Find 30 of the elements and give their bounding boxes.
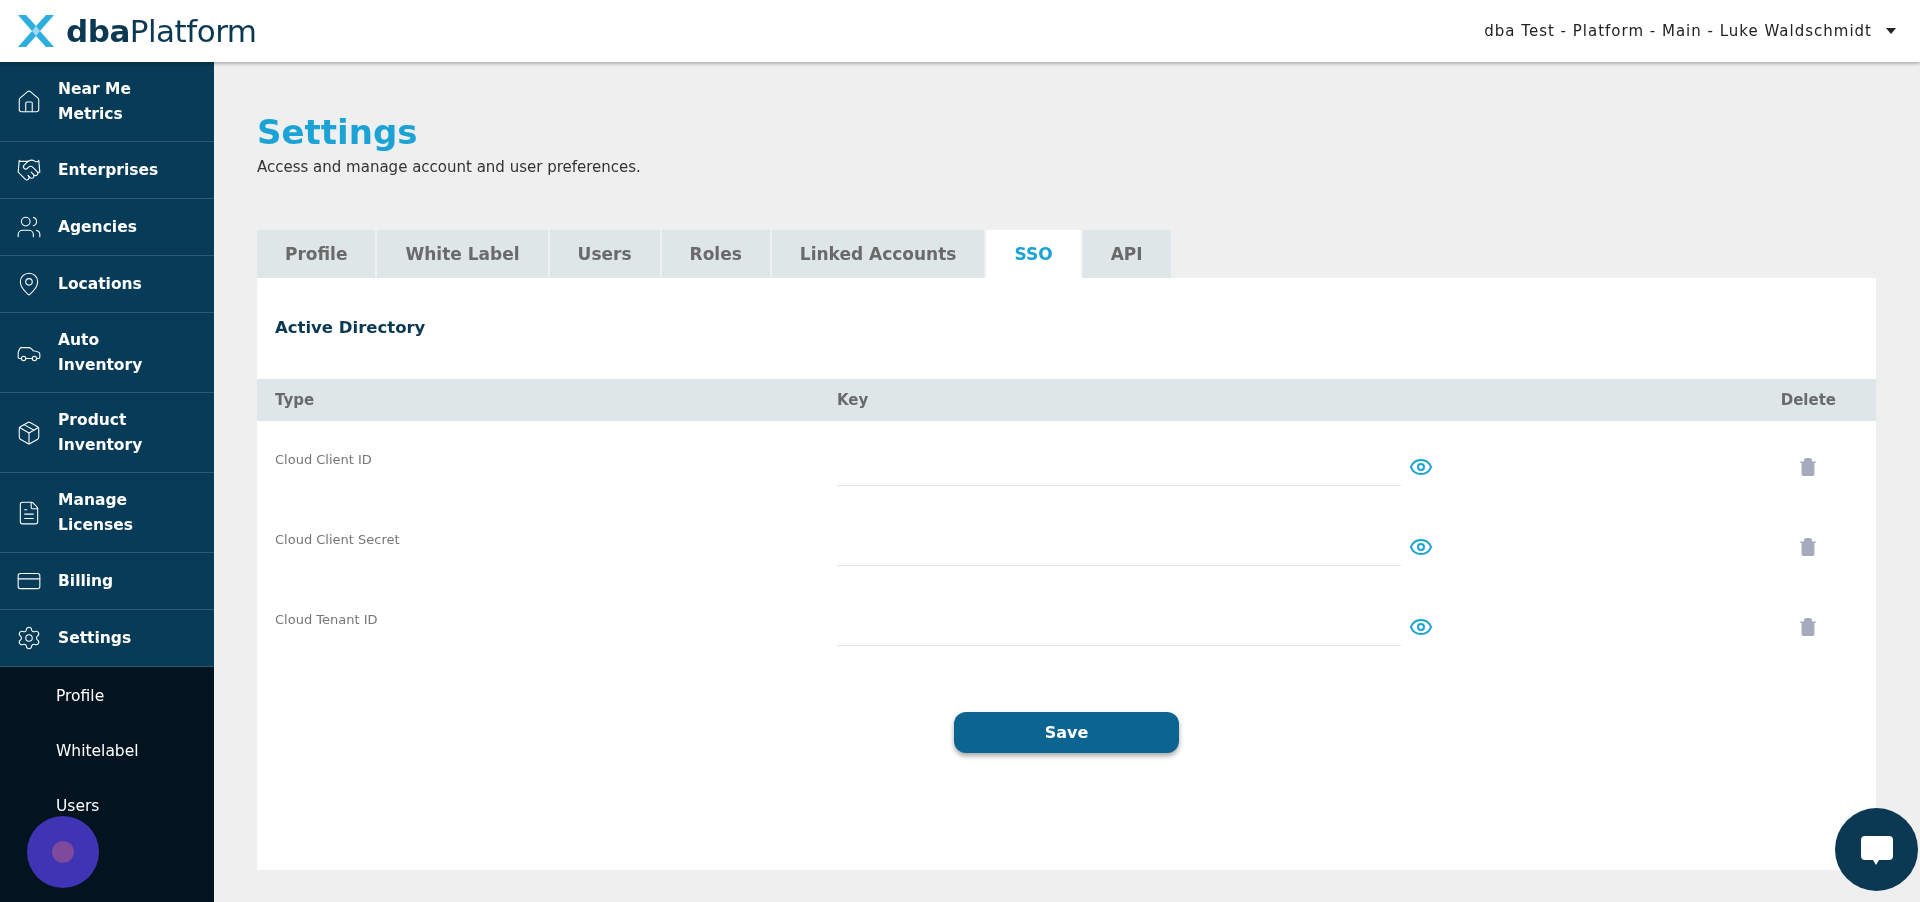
save-button[interactable]: Save: [954, 712, 1179, 753]
tab[interactable]: Linked Accounts: [771, 230, 985, 278]
house-icon: [16, 88, 42, 115]
page-subtitle: Access and manage account and user preferences.: [257, 158, 642, 176]
tab[interactable]: API: [1082, 230, 1171, 278]
tab[interactable]: White Label: [377, 230, 548, 278]
settings-icon: [16, 625, 42, 651]
package-icon: [16, 419, 42, 446]
trash-icon[interactable]: [1798, 617, 1818, 637]
table-cell-text: Cloud Tenant ID: [275, 612, 379, 627]
column-header: Type: [275, 391, 315, 409]
caret-icon: [1886, 28, 1896, 34]
column-header: Delete: [1780, 391, 1836, 409]
people-icon: [16, 214, 42, 240]
section-title: Active Directory: [274, 317, 427, 339]
tab[interactable]: Roles: [661, 230, 770, 278]
logo-text: dbaPlatform: [66, 13, 257, 49]
table-cell-text: Cloud Client ID: [275, 452, 373, 467]
tab[interactable]: Users: [549, 230, 660, 278]
table-cell-text: Cloud Client Secret: [275, 532, 401, 547]
handshake-icon: [16, 157, 42, 183]
submenu-item[interactable]: Users: [56, 795, 100, 817]
column-header: Key: [837, 391, 869, 409]
submenu-item[interactable]: Profile: [56, 685, 105, 707]
trash-icon[interactable]: [1798, 537, 1818, 557]
tab[interactable]: Profile: [257, 230, 376, 278]
submenu-item[interactable]: Whitelabel: [56, 740, 139, 762]
page-title: Settings: [257, 112, 419, 152]
trash-icon[interactable]: [1798, 457, 1818, 477]
account-menu[interactable]: dba Test - Platform - Main - Luke Waldschmidt: [1480, 18, 1900, 44]
